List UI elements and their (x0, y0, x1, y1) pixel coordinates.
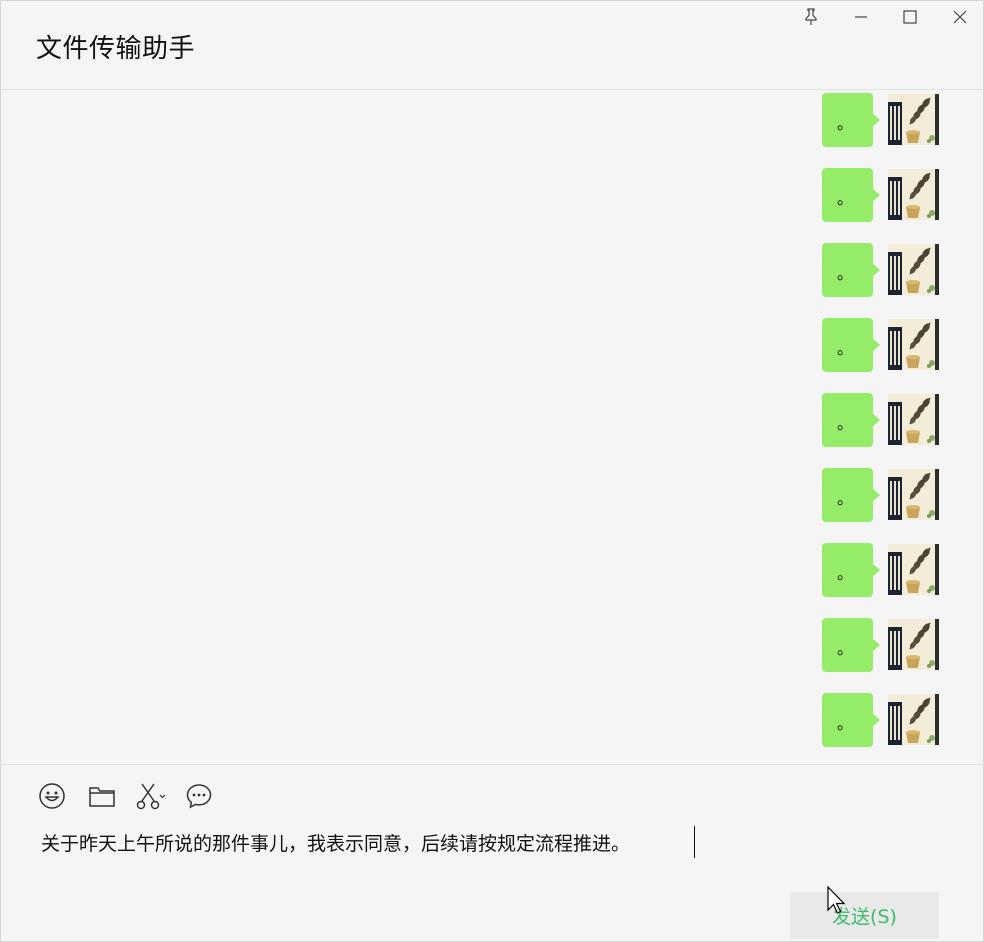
message-input[interactable]: 关于昨天上午所说的那件事儿，我表示同意，后续请按规定流程推进。 (41, 829, 630, 856)
message-row: 。 (1, 318, 983, 374)
file-button[interactable] (88, 782, 116, 810)
emoji-button[interactable] (38, 782, 66, 810)
chat-history-button[interactable] (185, 782, 213, 810)
message-bubble[interactable]: 。 (822, 543, 880, 597)
message-text: 。 (837, 489, 854, 508)
message-row: 。 (1, 543, 983, 599)
avatar[interactable] (888, 394, 939, 445)
message-bubble[interactable]: 。 (822, 93, 880, 147)
close-icon (953, 10, 967, 24)
input-divider (1, 764, 983, 765)
message-text: 。 (837, 414, 854, 433)
minimize-icon (855, 16, 867, 18)
chat-bubble-icon (186, 784, 212, 809)
message-text: 。 (837, 189, 854, 208)
message-row: 。 (1, 693, 983, 749)
emoji-icon (39, 783, 65, 809)
message-text: 。 (837, 264, 854, 283)
message-row: 。 (1, 93, 983, 149)
avatar[interactable] (888, 319, 939, 370)
chat-title: 文件传输助手 (36, 34, 196, 64)
pin-icon (805, 8, 817, 25)
minimize-button[interactable] (841, 3, 881, 31)
message-list[interactable]: 。 。 。 。 。 。 。 。 。 (1, 90, 983, 763)
close-button[interactable] (940, 3, 980, 31)
message-row: 。 (1, 618, 983, 674)
message-text: 。 (837, 114, 854, 133)
avatar[interactable] (888, 94, 939, 145)
message-bubble[interactable]: 。 (822, 318, 880, 372)
send-button[interactable]: 发送(S) (790, 892, 939, 939)
message-text: 。 (837, 564, 854, 583)
avatar[interactable] (888, 694, 939, 745)
avatar[interactable] (888, 544, 939, 595)
maximize-button[interactable] (890, 3, 930, 31)
text-caret (694, 826, 695, 858)
message-bubble[interactable]: 。 (822, 393, 880, 447)
message-text: 。 (837, 639, 854, 658)
maximize-icon (903, 10, 917, 24)
message-row: 。 (1, 393, 983, 449)
message-row: 。 (1, 243, 983, 299)
message-row: 。 (1, 468, 983, 524)
folder-icon (89, 787, 115, 807)
avatar[interactable] (888, 619, 939, 670)
avatar[interactable] (888, 469, 939, 520)
mouse-cursor-icon (827, 886, 846, 914)
scissors-icon (136, 783, 166, 810)
message-bubble[interactable]: 。 (822, 468, 880, 522)
message-bubble[interactable]: 。 (822, 243, 880, 297)
screenshot-button[interactable] (136, 782, 168, 810)
title-bar: 文件传输助手 (1, 1, 983, 90)
message-row: 。 (1, 168, 983, 224)
message-bubble[interactable]: 。 (822, 168, 880, 222)
avatar[interactable] (888, 244, 939, 295)
avatar[interactable] (888, 169, 939, 220)
pin-button[interactable] (791, 3, 831, 31)
message-bubble[interactable]: 。 (822, 693, 880, 747)
message-text: 。 (837, 339, 854, 358)
message-bubble[interactable]: 。 (822, 618, 880, 672)
message-text: 。 (837, 714, 854, 733)
chat-window: 文件传输助手 。 。 。 。 。 。 。 。 。 关于昨天上午所说的那件事儿，我… (0, 0, 984, 942)
